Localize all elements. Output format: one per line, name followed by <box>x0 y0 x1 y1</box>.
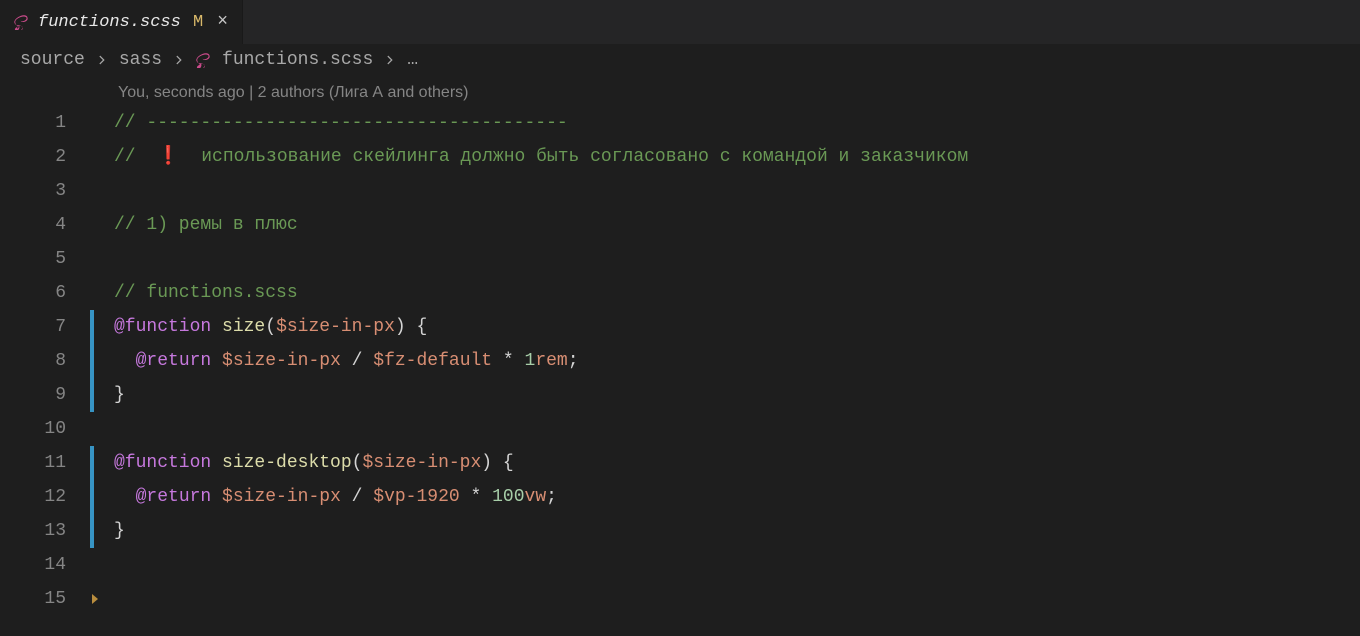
code-token: ) { <box>395 317 427 337</box>
code-token: $size-in-px <box>222 487 341 507</box>
code-token: 1 <box>525 351 536 371</box>
line-number: 10 <box>0 412 90 446</box>
code-line: 14 <box>0 548 1360 582</box>
chevron-right-icon <box>383 53 397 67</box>
code-token: @return <box>136 487 212 507</box>
code-line: 13 } <box>0 514 1360 548</box>
gitlens-annotation[interactable]: You, seconds ago | 2 authors (Лига А and… <box>0 78 1360 106</box>
code-token: @function <box>114 453 211 473</box>
line-number: 13 <box>0 514 90 548</box>
code-line: 11 @function size-desktop($size-in-px) { <box>0 446 1360 480</box>
code-token: @return <box>136 351 212 371</box>
code-line: 2 // ❗ использование скейлинга должно бы… <box>0 140 1360 174</box>
line-number: 6 <box>0 276 90 310</box>
comment-text: // 1) ремы в плюс <box>114 215 298 235</box>
code-token: * <box>492 351 524 371</box>
tab-filename: functions.scss M <box>38 13 203 32</box>
code-token: / <box>341 351 373 371</box>
code-token: $size-in-px <box>222 351 341 371</box>
breadcrumb-item-source[interactable]: source <box>20 50 85 70</box>
code-token: $vp-1920 <box>373 487 459 507</box>
code-token: ; <box>568 351 579 371</box>
warning-icon: ❗ <box>157 147 179 167</box>
line-number: 14 <box>0 548 90 582</box>
code-line: 7 @function size($size-in-px) { <box>0 310 1360 344</box>
code-line: 6 // functions.scss <box>0 276 1360 310</box>
warning-triangle-icon <box>92 594 98 604</box>
code-token: $size-in-px <box>362 453 481 473</box>
code-token: size <box>222 317 265 337</box>
code-token: ) { <box>481 453 513 473</box>
sass-file-icon <box>14 14 30 30</box>
code-token: } <box>114 521 125 541</box>
line-number: 12 <box>0 480 90 514</box>
code-line: 5 <box>0 242 1360 276</box>
breadcrumb-item-sass[interactable]: sass <box>119 50 162 70</box>
line-number: 9 <box>0 378 90 412</box>
code-line: 3 <box>0 174 1360 208</box>
comment-text: // -------------------------------------… <box>114 113 568 133</box>
code-token: size-desktop <box>222 453 352 473</box>
chevron-right-icon <box>172 53 186 67</box>
breadcrumb-ellipsis[interactable]: … <box>407 50 418 70</box>
breadcrumb-item-file[interactable]: functions.scss <box>222 50 373 70</box>
line-number: 7 <box>0 310 90 344</box>
line-number: 5 <box>0 242 90 276</box>
line-number: 3 <box>0 174 90 208</box>
editor-tab[interactable]: functions.scss M × <box>0 0 243 44</box>
line-number: 11 <box>0 446 90 480</box>
code-editor[interactable]: You, seconds ago | 2 authors (Лига А and… <box>0 78 1360 616</box>
code-token: rem <box>535 351 567 371</box>
chevron-right-icon <box>95 53 109 67</box>
modified-badge: M <box>193 13 203 32</box>
code-token: $size-in-px <box>276 317 395 337</box>
sass-file-icon <box>196 52 212 68</box>
comment-text: // <box>114 147 157 167</box>
close-icon[interactable]: × <box>217 12 228 32</box>
code-line: 1 // -----------------------------------… <box>0 106 1360 140</box>
code-line: 9 } <box>0 378 1360 412</box>
line-number: 4 <box>0 208 90 242</box>
code-token: $fz-default <box>373 351 492 371</box>
code-token: @function <box>114 317 211 337</box>
code-token: ( <box>265 317 276 337</box>
code-token: / <box>341 487 373 507</box>
code-line: 10 <box>0 412 1360 446</box>
comment-text: // functions.scss <box>114 283 298 303</box>
code-line: 4 // 1) ремы в плюс <box>0 208 1360 242</box>
code-token: * <box>460 487 492 507</box>
code-line: 15 <box>0 582 1360 616</box>
line-number: 2 <box>0 140 90 174</box>
breadcrumb: source sass functions.scss … <box>0 44 1360 78</box>
code-token: ; <box>546 487 557 507</box>
code-token: 100 <box>492 487 524 507</box>
code-line: 12 @return $size-in-px / $vp-1920 * 100v… <box>0 480 1360 514</box>
code-line: 8 @return $size-in-px / $fz-default * 1r… <box>0 344 1360 378</box>
line-number: 8 <box>0 344 90 378</box>
code-token: ( <box>352 453 363 473</box>
tab-bar: functions.scss M × <box>0 0 1360 44</box>
code-token: vw <box>525 487 547 507</box>
line-number: 1 <box>0 106 90 140</box>
code-token: } <box>114 385 125 405</box>
comment-text: использование скейлинга должно быть согл… <box>180 147 969 167</box>
line-number: 15 <box>0 582 90 616</box>
